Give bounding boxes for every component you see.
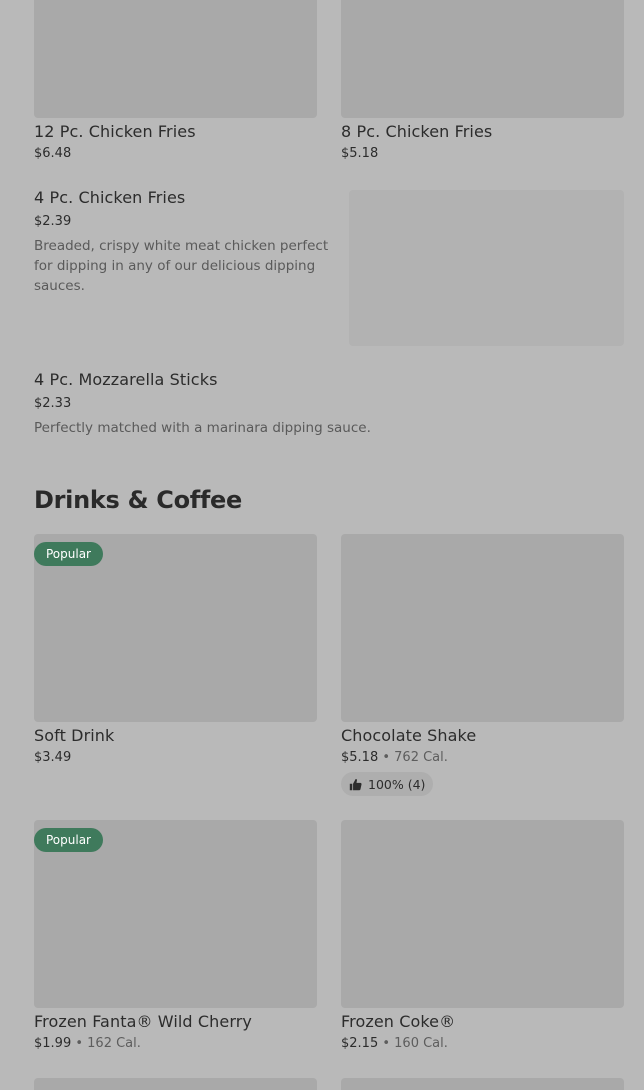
item-title[interactable]: 12 Pc. Chicken Fries <box>34 122 196 141</box>
item-price-calories: $5.18 • 762 Cal. <box>341 750 448 765</box>
separator: • <box>378 750 395 765</box>
item-image-next-left[interactable] <box>34 1078 317 1090</box>
item-price: $2.39 <box>34 214 72 229</box>
item-calories: 762 Cal. <box>394 750 448 765</box>
item-title[interactable]: 4 Pc. Chicken Fries <box>34 188 185 207</box>
item-image-12pc-chicken-fries[interactable] <box>34 0 317 118</box>
item-price: $2.15 <box>341 1036 379 1051</box>
item-price: $1.99 <box>34 1036 72 1051</box>
item-image-chocolate-shake[interactable] <box>341 534 624 722</box>
item-image-4pc-chicken-fries[interactable] <box>349 190 624 346</box>
section-title: Drinks & Coffee <box>34 486 242 514</box>
item-title[interactable]: Frozen Coke® <box>341 1012 455 1031</box>
item-title[interactable]: Chocolate Shake <box>341 726 476 745</box>
item-title[interactable]: 8 Pc. Chicken Fries <box>341 122 492 141</box>
item-calories: 162 Cal. <box>87 1036 141 1051</box>
menu-page: 12 Pc. Chicken Fries $6.48 8 Pc. Chicken… <box>0 0 644 1090</box>
item-description: Perfectly matched with a marinara dippin… <box>34 420 371 436</box>
item-image-8pc-chicken-fries[interactable] <box>341 0 624 118</box>
rating-pill: 100% (4) <box>341 772 434 796</box>
item-title[interactable]: 4 Pc. Mozzarella Sticks <box>34 370 218 389</box>
item-price: $3.49 <box>34 750 72 765</box>
item-price: $5.18 <box>341 750 379 765</box>
separator: • <box>378 1036 395 1051</box>
item-price: $2.33 <box>34 396 72 411</box>
item-title[interactable]: Frozen Fanta® Wild Cherry <box>34 1012 252 1031</box>
separator: • <box>71 1036 88 1051</box>
item-price: $6.48 <box>34 146 72 161</box>
popular-badge: Popular <box>34 542 103 566</box>
thumbs-up-icon <box>349 778 362 791</box>
popular-badge: Popular <box>34 828 103 852</box>
item-price-calories: $2.15 • 160 Cal. <box>341 1036 448 1051</box>
item-description: Breaded, crispy white meat chicken perfe… <box>34 238 329 294</box>
rating-text: 100% (4) <box>368 776 426 792</box>
item-calories: 160 Cal. <box>394 1036 448 1051</box>
item-price-calories: $1.99 • 162 Cal. <box>34 1036 141 1051</box>
item-image-frozen-coke[interactable] <box>341 820 624 1008</box>
item-title[interactable]: Soft Drink <box>34 726 114 745</box>
item-image-next-right[interactable] <box>341 1078 624 1090</box>
item-price: $5.18 <box>341 146 379 161</box>
